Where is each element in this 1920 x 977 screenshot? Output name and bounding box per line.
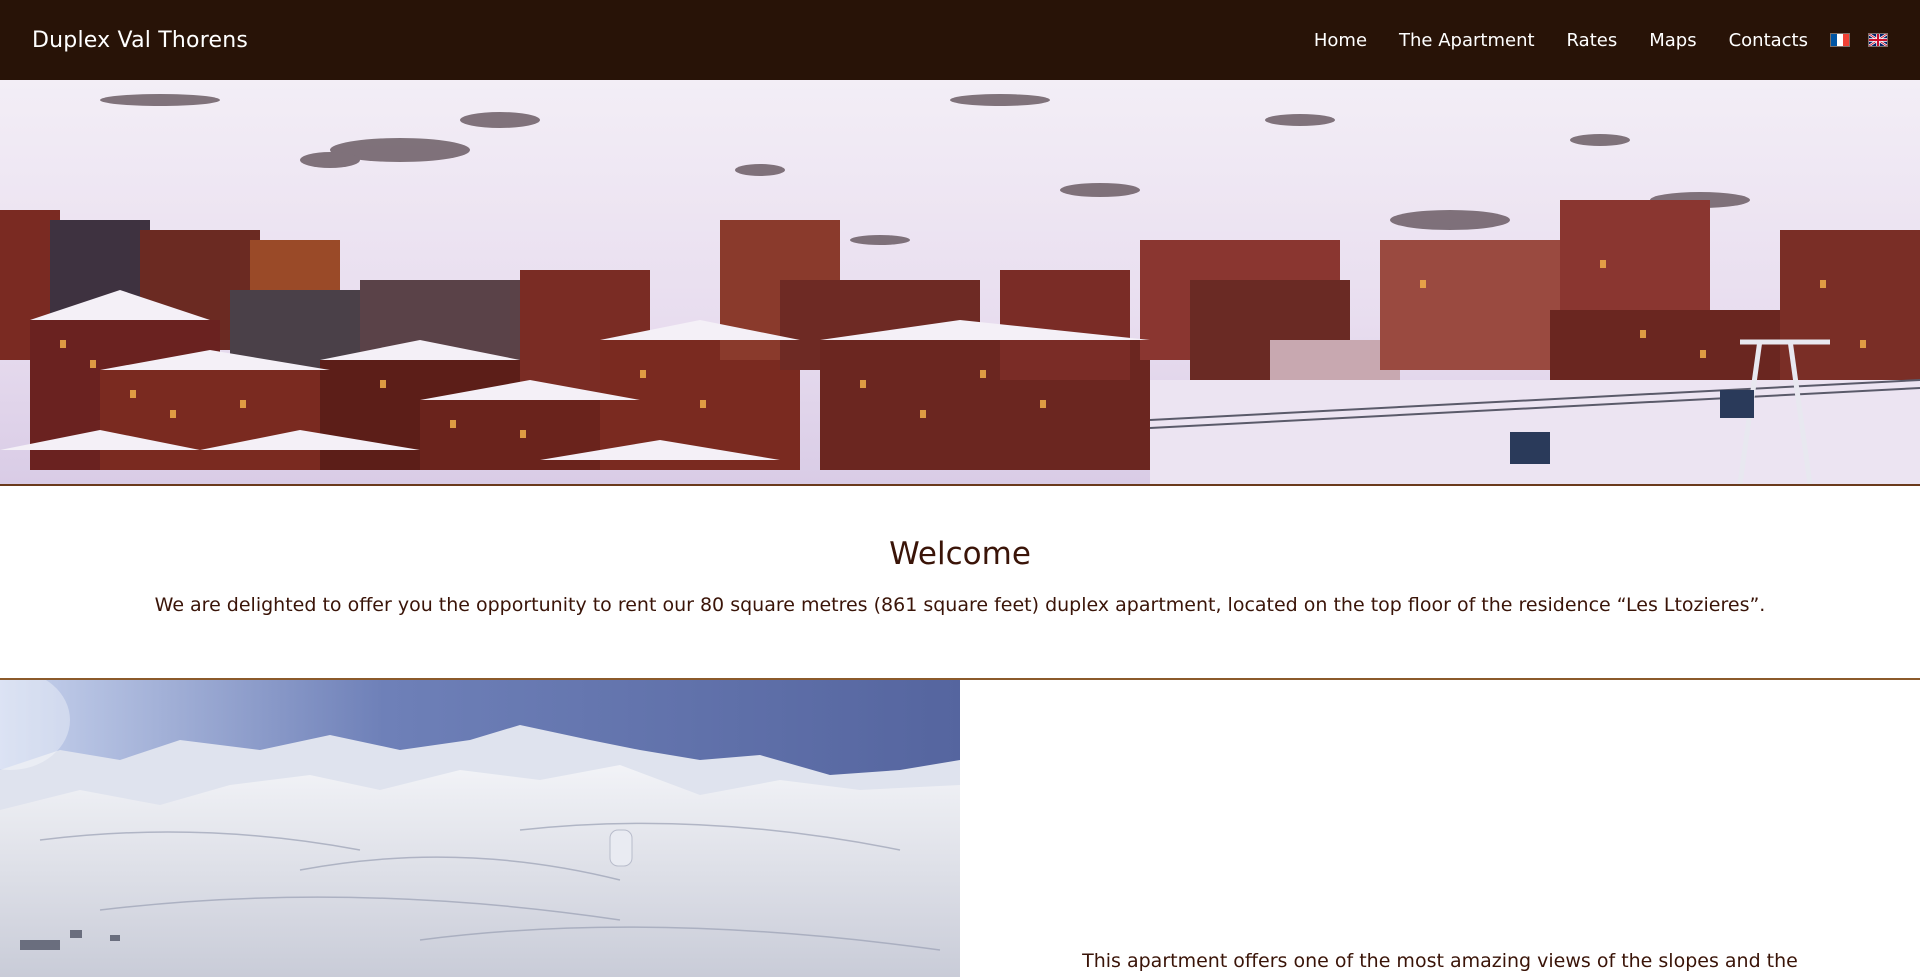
welcome-text: We are delighted to offer you the opport… — [154, 594, 1766, 616]
welcome-section: Welcome We are delighted to offer you th… — [0, 486, 1920, 678]
apartment-intro-text: This apartment offers one of the most am… — [1082, 950, 1798, 972]
nav-rates[interactable]: Rates — [1567, 30, 1618, 51]
french-flag-icon[interactable] — [1830, 33, 1850, 47]
main-nav: Home The Apartment Rates Maps Contacts — [1282, 30, 1888, 51]
hero-image-village — [0, 80, 1920, 486]
nav-the-apartment[interactable]: The Apartment — [1399, 30, 1535, 51]
nav-contacts[interactable]: Contacts — [1729, 30, 1808, 51]
mountain-view-image — [0, 680, 960, 977]
apartment-intro: This apartment offers one of the most am… — [960, 680, 1920, 977]
nav-maps[interactable]: Maps — [1649, 30, 1696, 51]
welcome-title: Welcome — [889, 536, 1031, 572]
uk-flag-icon[interactable] — [1868, 33, 1888, 47]
nav-home[interactable]: Home — [1314, 30, 1367, 51]
site-header: Duplex Val Thorens Home The Apartment Ra… — [0, 0, 1920, 80]
site-brand[interactable]: Duplex Val Thorens — [32, 28, 248, 53]
